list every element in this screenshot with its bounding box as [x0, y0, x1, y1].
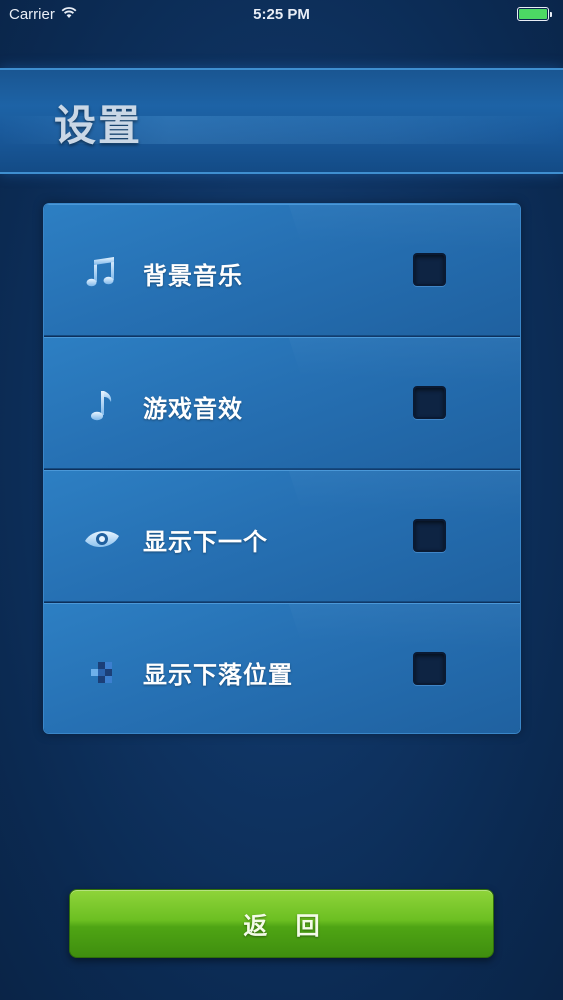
music-notes-icon [82, 253, 122, 293]
setting-row-show-drop-position[interactable]: 显示下落位置 [44, 603, 520, 733]
setting-label-show-next: 显示下一个 [143, 528, 268, 556]
battery-icon [517, 7, 552, 21]
setting-row-show-next[interactable]: 显示下一个 [44, 470, 520, 602]
status-time: 5:25 PM [253, 6, 310, 23]
music-note-icon [82, 386, 122, 426]
setting-row-background-music[interactable]: 背景音乐 [44, 204, 520, 336]
setting-label-background-music: 背景音乐 [143, 262, 243, 290]
drop-position-icon [82, 652, 122, 692]
eye-icon [82, 519, 122, 559]
sound-effects-checkbox[interactable] [413, 386, 446, 419]
background-music-checkbox[interactable] [413, 253, 446, 286]
back-button-label: 返 回 [243, 912, 330, 940]
settings-panel: 背景音乐 游戏音效 显示下一个 显示下落位置 [43, 203, 521, 734]
status-bar: Carrier 5:25 PM [0, 0, 563, 30]
setting-row-sound-effects[interactable]: 游戏音效 [44, 337, 520, 469]
page-title: 设置 [54, 101, 143, 150]
setting-label-sound-effects: 游戏音效 [143, 395, 243, 423]
setting-label-show-drop-position: 显示下落位置 [143, 661, 293, 689]
show-next-checkbox[interactable] [413, 519, 446, 552]
back-button[interactable]: 返 回 [69, 889, 494, 958]
show-drop-position-checkbox[interactable] [413, 652, 446, 685]
